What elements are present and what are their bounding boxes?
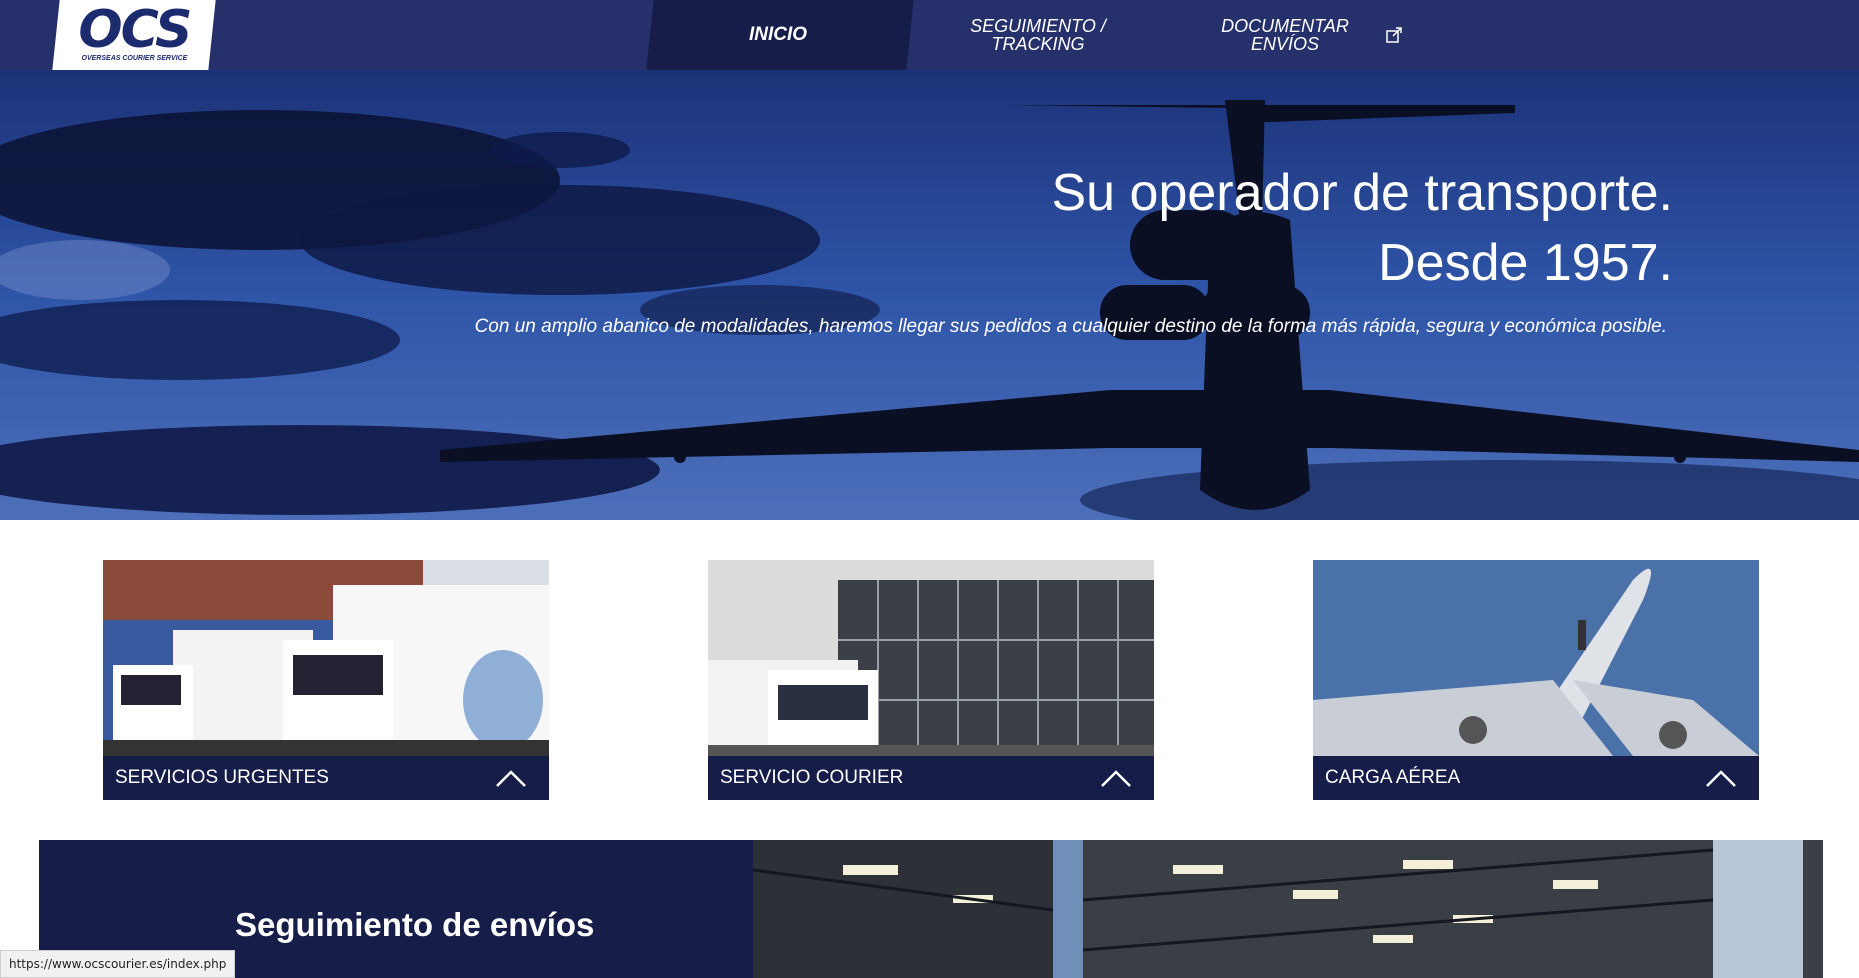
warehouse-image — [753, 840, 1823, 978]
tracking-title: Seguimiento de envíos — [235, 906, 595, 943]
nav-item-seguimiento-tracking[interactable]: SEGUIMIENTO / TRACKING — [930, 0, 1146, 70]
chevron-up-icon[interactable] — [1705, 768, 1737, 788]
hero-title: Su operador de transporte. Desde 1957. — [1051, 158, 1673, 298]
hero-title-line1: Su operador de transporte. — [1051, 164, 1673, 222]
cargo-plane-image — [1313, 560, 1759, 756]
hero-subtitle: Con un amplio abanico de modalidades, ha… — [474, 316, 1667, 337]
external-link-icon[interactable] — [1385, 26, 1403, 44]
service-label: SERVICIO COURIER — [720, 767, 904, 788]
service-card-courier[interactable]: SERVICIO COURIER — [708, 560, 1154, 800]
service-card-carga-aerea[interactable]: CARGA AÉREA — [1313, 560, 1759, 800]
service-label: CARGA AÉREA — [1325, 767, 1461, 788]
card-label-bar: SERVICIO COURIER — [708, 756, 1154, 800]
top-navbar: OCS OVERSEAS COURIER SERVICE INICIO SEGU… — [0, 0, 1859, 70]
logo-text: OCS — [78, 0, 191, 60]
urgent-trucks-image — [103, 560, 549, 756]
tracking-section: Seguimiento de envíos — [39, 840, 1823, 978]
card-label-bar: CARGA AÉREA — [1313, 756, 1759, 800]
nav-item-inicio[interactable]: INICIO — [660, 0, 896, 70]
hero-banner: Su operador de transporte. Desde 1957. C… — [0, 70, 1859, 520]
chevron-up-icon[interactable] — [1100, 768, 1132, 788]
courier-building-image — [708, 560, 1154, 756]
status-bar-url: https://www.ocscourier.es/index.php — [0, 950, 236, 978]
chevron-up-icon[interactable] — [495, 768, 527, 788]
ocs-logo[interactable]: OCS OVERSEAS COURIER SERVICE — [52, 0, 216, 70]
service-card-urgentes[interactable]: SERVICIOS URGENTES — [103, 560, 549, 800]
nav-item-documentar-envios[interactable]: DOCUMENTAR ENVÍOS — [1200, 0, 1370, 70]
hero-title-line2: Desde 1957. — [1378, 234, 1673, 292]
service-label: SERVICIOS URGENTES — [115, 767, 329, 788]
card-label-bar: SERVICIOS URGENTES — [103, 756, 549, 800]
